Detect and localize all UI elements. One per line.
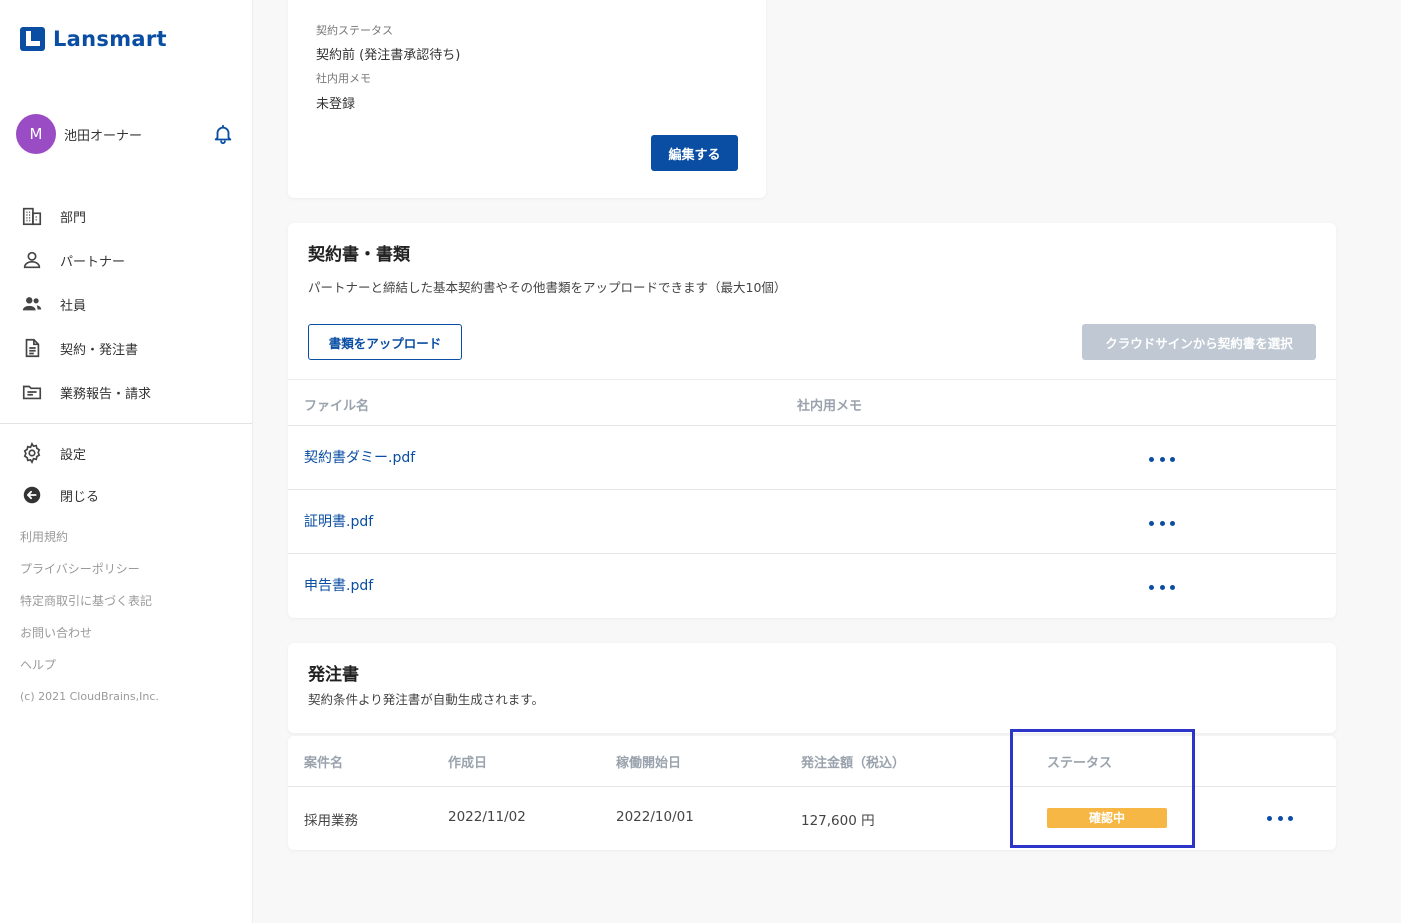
start-date: 2022/10/01 — [616, 809, 694, 825]
nav-item-contract[interactable]: 契約・発注書 — [0, 326, 252, 370]
nav-divider — [0, 423, 252, 424]
arrow-left-circle-icon — [23, 486, 41, 504]
memo-value: 未登録 — [316, 97, 356, 112]
nav-label: 部門 — [60, 210, 87, 226]
contract-status-value: 契約前 (発注書承認待ち) — [316, 48, 461, 63]
help-link[interactable]: ヘルプ — [20, 656, 152, 688]
contract-status-label: 契約ステータス — [316, 24, 393, 37]
purchase-order-table-header: 案件名 作成日 稼働開始日 発注金額（税込） ステータス — [288, 736, 1336, 787]
file-link[interactable]: 申告書.pdf — [304, 575, 373, 595]
documents-table-header: ファイル名 社内用メモ — [288, 379, 1336, 426]
folder-icon — [22, 385, 42, 400]
file-link[interactable]: 契約書ダミー.pdf — [304, 447, 415, 467]
people-icon — [22, 297, 42, 311]
purchase-order-description: 契約条件より発注書が自動生成されます。 — [308, 692, 545, 707]
purchase-order-table: 案件名 作成日 稼働開始日 発注金額（税込） ステータス 採用業務 2022/1… — [288, 736, 1336, 850]
status-badge: 確認中 — [1047, 808, 1167, 828]
nav-label: 閉じる — [60, 489, 100, 505]
column-header-amount: 発注金額（税込） — [801, 756, 906, 771]
purchase-order-card: 発注書 契約条件より発注書が自動生成されます。 — [288, 643, 1336, 733]
nav-label: パートナー — [60, 254, 126, 270]
more-options-icon[interactable] — [1149, 451, 1175, 467]
more-options-icon[interactable] — [1149, 515, 1175, 531]
secondary-nav: 設定 閉じる — [0, 432, 252, 516]
column-header-memo: 社内用メモ — [797, 399, 863, 414]
logo[interactable]: Lansmart — [20, 27, 167, 51]
more-options-icon[interactable] — [1267, 810, 1293, 826]
documents-description: パートナーと締結した基本契約書やその他書類をアップロードできます（最大10個） — [308, 280, 787, 295]
nav-item-department[interactable]: 部門 — [0, 194, 252, 238]
bell-icon[interactable] — [212, 123, 234, 145]
main-nav: 部門 パートナー 社員 契約・発注書 業務報告・請求 — [0, 194, 252, 414]
order-amount: 127,600 円 — [801, 813, 875, 829]
cloudsign-select-button[interactable]: クラウドサインから契約書を選択 — [1082, 324, 1316, 360]
upload-button[interactable]: 書類をアップロード — [308, 324, 462, 360]
sidebar: Lansmart M 池田オーナー 部門 パートナー 社員 契約・発注書 業務報… — [0, 0, 253, 923]
memo-label: 社内用メモ — [316, 72, 371, 85]
nav-item-report[interactable]: 業務報告・請求 — [0, 370, 252, 414]
table-row: 契約書ダミー.pdf — [288, 426, 1336, 490]
created-date: 2022/11/02 — [448, 809, 526, 825]
privacy-link[interactable]: プライバシーポリシー — [20, 560, 152, 592]
nav-label: 業務報告・請求 — [60, 386, 152, 402]
column-header-filename: ファイル名 — [304, 399, 370, 414]
gear-icon — [23, 442, 41, 464]
column-header-status: ステータス — [1047, 756, 1113, 771]
nav-item-settings[interactable]: 設定 — [0, 432, 252, 474]
purchase-order-title: 発注書 — [308, 665, 359, 685]
footer-links: 利用規約 プライバシーポリシー 特定商取引に基づく表記 お問い合わせ ヘルプ — [20, 528, 152, 688]
nav-label: 社員 — [60, 298, 87, 314]
logo-icon — [20, 27, 45, 51]
nav-item-close[interactable]: 閉じる — [0, 474, 252, 516]
user-name[interactable]: 池田オーナー — [64, 125, 142, 144]
user-profile: M 池田オーナー — [16, 114, 236, 154]
contract-info-card: 契約ステータス 契約前 (発注書承認待ち) 社内用メモ 未登録 編集する — [288, 0, 766, 198]
contact-link[interactable]: お問い合わせ — [20, 624, 152, 656]
copyright: (c) 2021 CloudBrains,Inc. — [20, 690, 159, 703]
nav-item-employee[interactable]: 社員 — [0, 282, 252, 326]
more-options-icon[interactable] — [1149, 579, 1175, 595]
documents-title: 契約書・書類 — [308, 245, 410, 265]
project-name: 採用業務 — [304, 813, 358, 829]
document-icon — [25, 338, 40, 358]
column-header-created: 作成日 — [448, 756, 488, 771]
file-link[interactable]: 証明書.pdf — [304, 511, 373, 531]
terms-link[interactable]: 利用規約 — [20, 528, 152, 560]
column-header-project: 案件名 — [304, 756, 344, 771]
commerce-law-link[interactable]: 特定商取引に基づく表記 — [20, 592, 152, 624]
nav-item-partner[interactable]: パートナー — [0, 238, 252, 282]
brand-name: Lansmart — [53, 27, 167, 51]
table-row[interactable]: 採用業務 2022/11/02 2022/10/01 127,600 円 確認中 — [288, 787, 1336, 850]
person-icon — [23, 251, 41, 269]
avatar[interactable]: M — [16, 114, 56, 154]
nav-label: 設定 — [60, 447, 87, 463]
documents-card: 契約書・書類 パートナーと締結した基本契約書やその他書類をアップロードできます（… — [288, 223, 1336, 618]
table-row: 証明書.pdf — [288, 490, 1336, 554]
table-row: 申告書.pdf — [288, 554, 1336, 618]
column-header-start: 稼働開始日 — [616, 756, 682, 771]
edit-button[interactable]: 編集する — [651, 135, 738, 171]
building-icon — [22, 207, 42, 226]
nav-label: 契約・発注書 — [60, 342, 139, 358]
